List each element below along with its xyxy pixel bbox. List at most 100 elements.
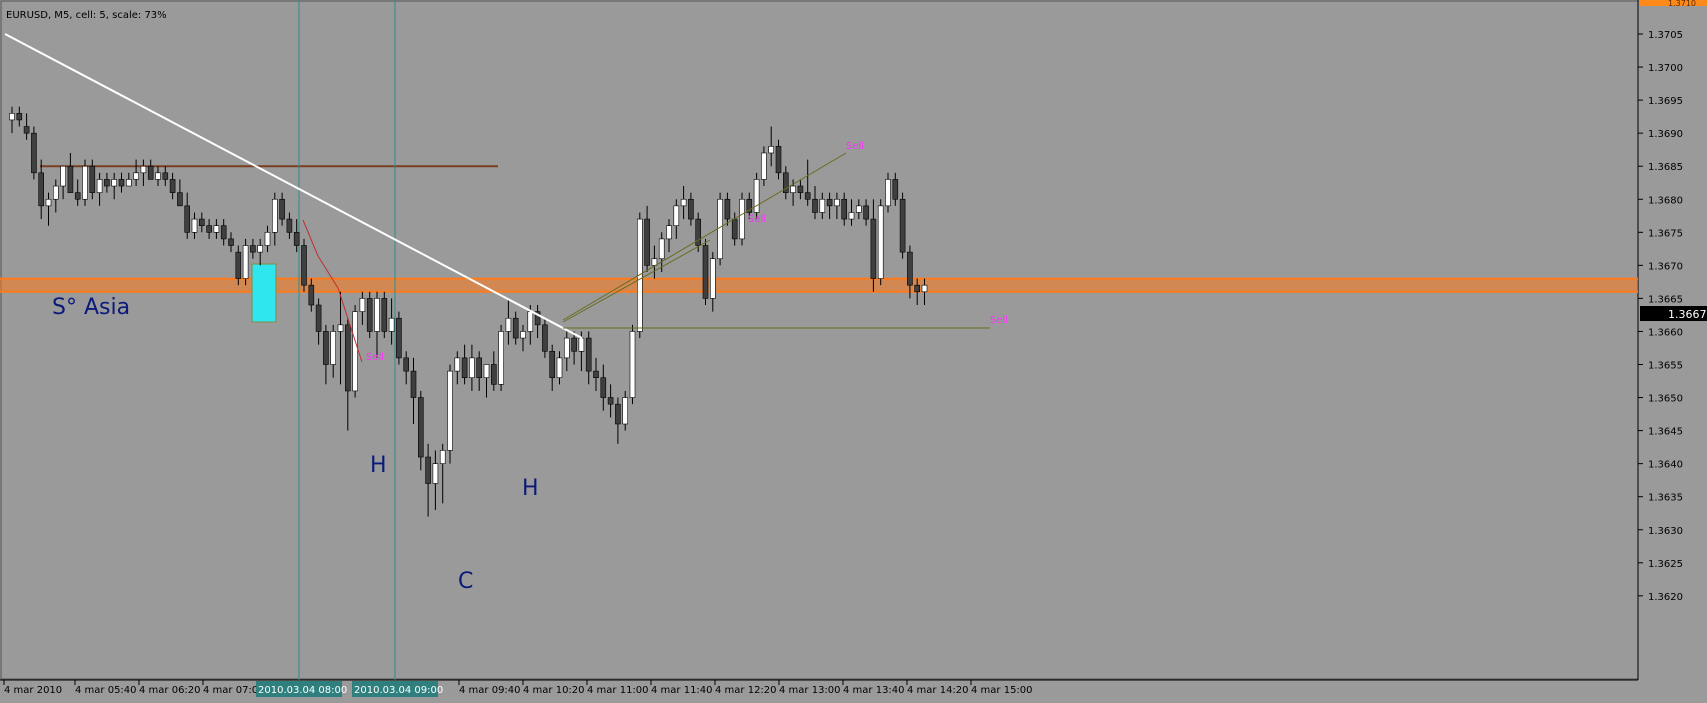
candle-body: [870, 218, 877, 279]
candle-body: [213, 225, 220, 233]
candle-body: [359, 298, 366, 312]
price-tick-label: 1.3675: [1648, 228, 1683, 239]
sell-signal-label: Sell: [748, 214, 766, 225]
candle-body: [242, 245, 249, 279]
price-chart[interactable]: Sell Sell Sell Sell 1.3705 1.3700 1.3695 1.369…: [0, 0, 1707, 699]
price-tick-label: 1.3680: [1648, 195, 1683, 206]
candle-body: [279, 198, 285, 220]
candle-body: [797, 185, 804, 193]
candle-body: [169, 179, 176, 193]
time-tick-label: 4 mar 15:00: [971, 685, 1033, 696]
candle-body: [118, 179, 125, 187]
candle-body: [323, 331, 329, 365]
price-tick-label: 1.3630: [1648, 526, 1683, 537]
candle-body: [855, 205, 862, 213]
candle-body: [469, 357, 475, 379]
candle-body: [410, 370, 417, 398]
right-shoulder-label: H: [522, 476, 539, 501]
candle: [739, 192, 745, 246]
candle-body: [45, 198, 52, 207]
candle-body: [563, 337, 570, 359]
candle-body: [731, 218, 738, 240]
candle-body: [761, 152, 767, 180]
price-tick-label: 1.3650: [1648, 394, 1683, 405]
top-price-value: 1.3710: [1668, 0, 1696, 8]
candle-body: [74, 192, 81, 200]
candle-body: [490, 364, 497, 385]
candle-body: [381, 298, 388, 332]
candle-body: [60, 165, 66, 187]
time-tick-label: 4 mar 07:00: [203, 685, 265, 696]
candle-body: [549, 350, 556, 379]
candle-body: [133, 172, 139, 180]
candle-body: [337, 324, 344, 332]
candle-body: [439, 450, 446, 464]
candle-body: [702, 245, 709, 299]
chart-title: EURUSD, M5, cell: 5, scale: 73%: [6, 10, 167, 21]
candle: [242, 238, 249, 286]
candle-body: [286, 218, 293, 233]
candle-body: [899, 198, 906, 253]
head-label: C: [458, 569, 473, 594]
candle-body: [271, 198, 278, 233]
candle-body: [52, 185, 59, 200]
candle-body: [315, 304, 322, 332]
candle-body: [155, 172, 161, 180]
time-tick-label: 4 mar 12:20: [715, 685, 777, 696]
candle-body: [542, 324, 548, 352]
candle-body: [812, 198, 818, 213]
price-tick-label: 1.3625: [1648, 559, 1683, 570]
candle-body: [717, 198, 723, 260]
candle-body: [235, 251, 242, 279]
candle-body: [600, 377, 607, 398]
time-tag-2-text: 2010.03.04 09:00: [354, 685, 443, 696]
candle-body: [826, 198, 833, 207]
candle-body: [220, 225, 227, 240]
current-price-value: 1.3667: [1668, 308, 1707, 321]
candle-body: [892, 179, 899, 200]
candle-body: [140, 165, 147, 174]
time-tick-label: 4 mar 13:40: [843, 685, 905, 696]
candle: [498, 324, 504, 391]
price-tick-label: 1.3660: [1648, 327, 1683, 338]
candle-body: [38, 172, 45, 207]
candle-body: [447, 370, 453, 451]
candle-body: [724, 198, 731, 220]
candle-body: [89, 165, 96, 193]
candle-body: [651, 258, 658, 266]
candle-body: [688, 198, 694, 220]
candle-body: [804, 192, 811, 200]
chart-window[interactable]: Sell Sell Sell Sell 1.3705 1.3700 1.3695 1.369…: [0, 0, 1707, 699]
sell-signal-label: Sell: [990, 315, 1008, 326]
time-tick-label: 4 mar 06:20: [139, 685, 201, 696]
candle: [82, 159, 88, 206]
candle: [381, 291, 388, 339]
candle: [396, 311, 402, 365]
candle-body: [629, 331, 636, 398]
candle-body: [67, 165, 74, 193]
time-tick-label: 4 mar 05:40: [75, 685, 137, 696]
candle-body: [571, 337, 577, 352]
candle-body: [556, 357, 563, 379]
candle-body: [388, 317, 395, 332]
candle: [31, 126, 37, 180]
left-shoulder-label: H: [370, 453, 387, 478]
time-tag-1-text: 2010.03.04 08:00: [258, 685, 347, 696]
candle-body: [16, 113, 23, 121]
sell-signal-label: Sell: [366, 352, 384, 363]
candle-body: [147, 165, 154, 180]
candle: [702, 238, 709, 306]
candle-body: [352, 311, 358, 392]
candle-body: [432, 463, 439, 484]
candle-body: [344, 324, 351, 392]
candle-body: [96, 179, 103, 193]
candle-body: [644, 218, 650, 266]
candle-body: [483, 364, 490, 379]
candle-body: [177, 192, 183, 207]
candle-body: [476, 357, 483, 379]
candle-body: [658, 238, 665, 260]
candle-body: [921, 284, 928, 293]
time-tick-label: 4 mar 09:40: [459, 685, 521, 696]
time-tick-label: 4 mar 11:40: [651, 685, 713, 696]
candle-body: [527, 311, 534, 332]
